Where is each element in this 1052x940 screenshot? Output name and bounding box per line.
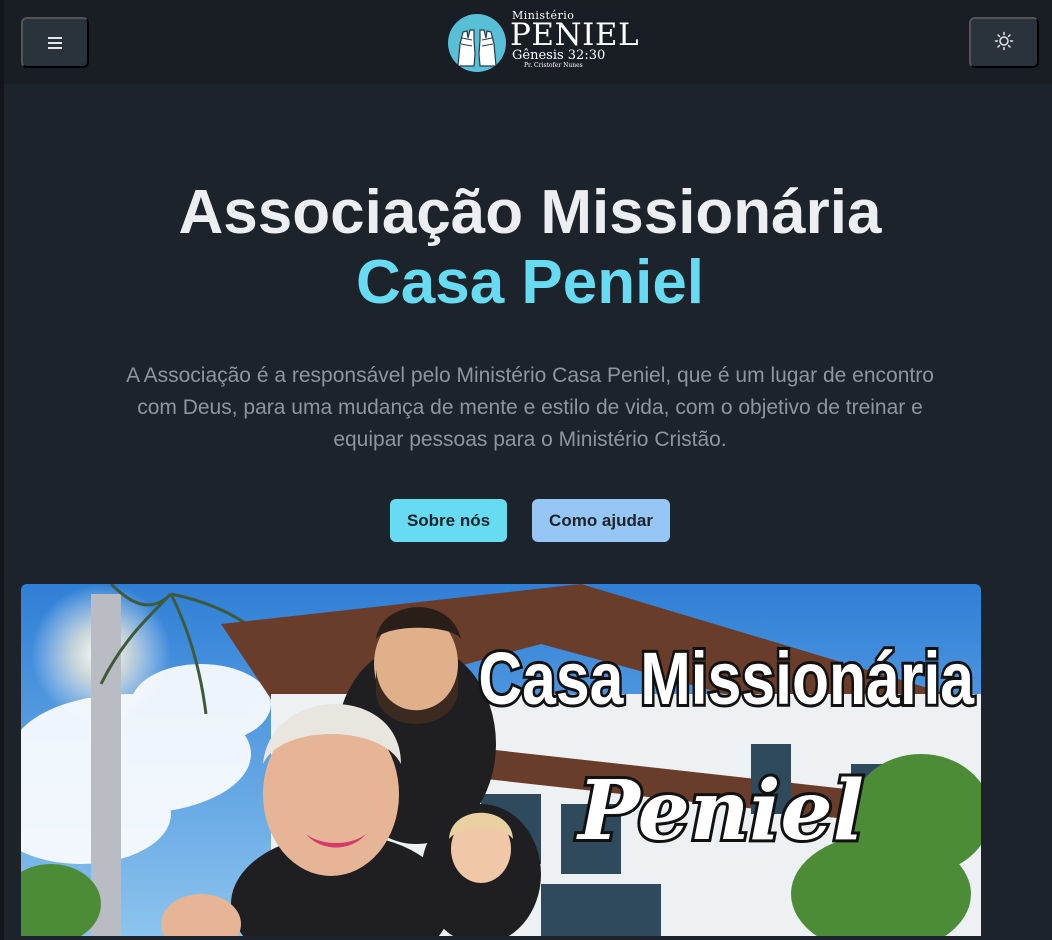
hero-title-accent: Casa Peniel: [355, 248, 705, 317]
navbar: Ministério PENIEL Gênesis 32:30 Pr. Cris…: [4, 0, 1052, 84]
window-edge: [0, 0, 4, 940]
hero-banner-image: Casa Missionária Peniel: [21, 584, 981, 936]
banner-title-line1: Casa Missionária: [478, 638, 975, 720]
menu-button[interactable]: [21, 17, 89, 68]
logo-hands-emblem: [448, 14, 506, 72]
sun-icon: [994, 31, 1014, 54]
site-logo[interactable]: Ministério PENIEL Gênesis 32:30 Pr. Cris…: [448, 8, 639, 78]
hero-description: A Associação é a responsável pelo Minist…: [126, 364, 934, 451]
page: Ministério PENIEL Gênesis 32:30 Pr. Cris…: [0, 0, 1052, 940]
hero-title: Associação Missionária Casa Peniel: [0, 178, 1052, 318]
logo-line-pastor: Pr. Cristofer Nunes: [524, 62, 583, 69]
logo-line-peniel: PENIEL: [510, 17, 640, 53]
theme-toggle-button[interactable]: [969, 17, 1039, 68]
about-button[interactable]: Sobre nós: [390, 499, 507, 542]
hamburger-menu-icon: [48, 34, 62, 52]
how-to-help-button[interactable]: Como ajudar: [532, 499, 670, 542]
banner-title-line2: Peniel: [576, 763, 864, 859]
hero-title-main: Associação Missionária: [178, 178, 882, 247]
